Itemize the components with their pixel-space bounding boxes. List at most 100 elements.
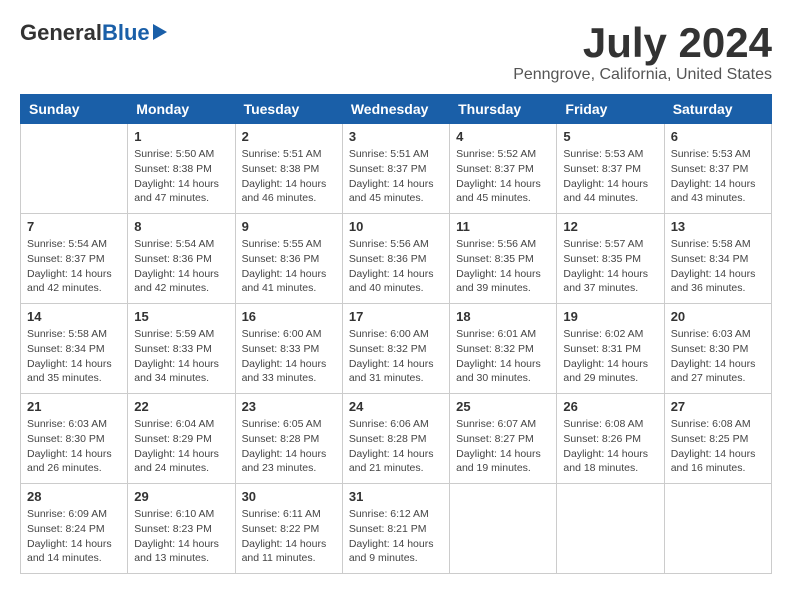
day-number: 11: [456, 219, 550, 234]
day-info: Sunrise: 5:51 AM Sunset: 8:38 PM Dayligh…: [242, 147, 336, 206]
day-number: 7: [27, 219, 121, 234]
calendar-cell: 28Sunrise: 6:09 AM Sunset: 8:24 PM Dayli…: [21, 484, 128, 574]
day-number: 23: [242, 399, 336, 414]
week-row-2: 7 Sunrise: 5:54 AM Sunset: 8:37 PM Daylig…: [21, 214, 772, 304]
calendar-cell: 10 Sunrise: 5:56 AM Sunset: 8:36 PM Dayli…: [342, 214, 449, 304]
day-number: 1: [134, 129, 228, 144]
day-number: 12: [563, 219, 657, 234]
calendar-cell: [450, 484, 557, 574]
calendar-cell: 31 Sunrise: 6:12 AM Sunset: 8:21 PM Dayli…: [342, 484, 449, 574]
day-header-friday: Friday: [557, 95, 664, 124]
day-header-saturday: Saturday: [664, 95, 771, 124]
calendar-cell: 14 Sunrise: 5:58 AM Sunset: 8:34 PM Dayli…: [21, 304, 128, 394]
day-info: Sunrise: 5:54 AM Sunset: 8:36 PM Dayligh…: [134, 237, 228, 296]
calendar-cell: 9 Sunrise: 5:55 AM Sunset: 8:36 PM Daylig…: [235, 214, 342, 304]
location-text: Penngrove, California, United States: [513, 66, 772, 84]
day-info: Sunrise: 5:54 AM Sunset: 8:37 PM Dayligh…: [27, 237, 121, 296]
day-number: 19: [563, 309, 657, 324]
day-header-tuesday: Tuesday: [235, 95, 342, 124]
day-info: Sunrise: 6:02 AM Sunset: 8:31 PM Dayligh…: [563, 327, 657, 386]
day-info: Sunrise: 6:11 AM Sunset: 8:22 PM Dayligh…: [242, 507, 336, 566]
day-info: Sunrise: 6:03 AM Sunset: 8:30 PM Dayligh…: [27, 417, 121, 476]
calendar-cell: 3 Sunrise: 5:51 AM Sunset: 8:37 PM Daylig…: [342, 124, 449, 214]
day-info: Sunrise: 6:00 AM Sunset: 8:32 PM Dayligh…: [349, 327, 443, 386]
day-number: 21: [27, 399, 121, 414]
day-info: Sunrise: 5:56 AM Sunset: 8:36 PM Dayligh…: [349, 237, 443, 296]
calendar-cell: 22Sunrise: 6:04 AM Sunset: 8:29 PM Dayli…: [128, 394, 235, 484]
day-info: Sunrise: 5:55 AM Sunset: 8:36 PM Dayligh…: [242, 237, 336, 296]
calendar-cell: 21 Sunrise: 6:03 AM Sunset: 8:30 PM Dayli…: [21, 394, 128, 484]
day-info: Sunrise: 5:57 AM Sunset: 8:35 PM Dayligh…: [563, 237, 657, 296]
day-info: Sunrise: 6:05 AM Sunset: 8:28 PM Dayligh…: [242, 417, 336, 476]
day-number: 10: [349, 219, 443, 234]
calendar-cell: 18Sunrise: 6:01 AM Sunset: 8:32 PM Dayli…: [450, 304, 557, 394]
calendar-cell: 24Sunrise: 6:06 AM Sunset: 8:28 PM Dayli…: [342, 394, 449, 484]
calendar-cell: 17 Sunrise: 6:00 AM Sunset: 8:32 PM Dayli…: [342, 304, 449, 394]
calendar-cell: 12 Sunrise: 5:57 AM Sunset: 8:35 PM Dayli…: [557, 214, 664, 304]
day-info: Sunrise: 6:03 AM Sunset: 8:30 PM Dayligh…: [671, 327, 765, 386]
day-info: Sunrise: 5:56 AM Sunset: 8:35 PM Dayligh…: [456, 237, 550, 296]
day-number: 31: [349, 489, 443, 504]
calendar-cell: 8 Sunrise: 5:54 AM Sunset: 8:36 PM Daylig…: [128, 214, 235, 304]
title-area: July 2024 Penngrove, California, United …: [513, 20, 772, 84]
calendar-cell: 2 Sunrise: 5:51 AM Sunset: 8:38 PM Daylig…: [235, 124, 342, 214]
day-number: 3: [349, 129, 443, 144]
day-info: Sunrise: 6:07 AM Sunset: 8:27 PM Dayligh…: [456, 417, 550, 476]
day-number: 30: [242, 489, 336, 504]
calendar-cell: 4Sunrise: 5:52 AM Sunset: 8:37 PM Daylig…: [450, 124, 557, 214]
day-number: 13: [671, 219, 765, 234]
day-info: Sunrise: 6:12 AM Sunset: 8:21 PM Dayligh…: [349, 507, 443, 566]
day-info: Sunrise: 5:50 AM Sunset: 8:38 PM Dayligh…: [134, 147, 228, 206]
logo-blue-text: Blue: [102, 20, 150, 46]
day-number: 15: [134, 309, 228, 324]
calendar-cell: 5 Sunrise: 5:53 AM Sunset: 8:37 PM Daylig…: [557, 124, 664, 214]
day-info: Sunrise: 6:08 AM Sunset: 8:25 PM Dayligh…: [671, 417, 765, 476]
day-info: Sunrise: 6:01 AM Sunset: 8:32 PM Dayligh…: [456, 327, 550, 386]
day-number: 20: [671, 309, 765, 324]
calendar-cell: 23 Sunrise: 6:05 AM Sunset: 8:28 PM Dayli…: [235, 394, 342, 484]
calendar-cell: 30 Sunrise: 6:11 AM Sunset: 8:22 PM Dayli…: [235, 484, 342, 574]
day-number: 8: [134, 219, 228, 234]
calendar-cell: 16 Sunrise: 6:00 AM Sunset: 8:33 PM Dayli…: [235, 304, 342, 394]
calendar-cell: [557, 484, 664, 574]
calendar-cell: 11 Sunrise: 5:56 AM Sunset: 8:35 PM Dayli…: [450, 214, 557, 304]
page-header: General Blue July 2024 Penngrove, Califo…: [20, 20, 772, 84]
day-info: Sunrise: 5:51 AM Sunset: 8:37 PM Dayligh…: [349, 147, 443, 206]
day-number: 2: [242, 129, 336, 144]
calendar-cell: 26Sunrise: 6:08 AM Sunset: 8:26 PM Dayli…: [557, 394, 664, 484]
calendar-cell: 15 Sunrise: 5:59 AM Sunset: 8:33 PM Dayli…: [128, 304, 235, 394]
day-info: Sunrise: 5:53 AM Sunset: 8:37 PM Dayligh…: [563, 147, 657, 206]
day-number: 17: [349, 309, 443, 324]
day-number: 6: [671, 129, 765, 144]
calendar-table: SundayMondayTuesdayWednesdayThursdayFrid…: [20, 94, 772, 574]
day-header-thursday: Thursday: [450, 95, 557, 124]
week-row-3: 14 Sunrise: 5:58 AM Sunset: 8:34 PM Dayli…: [21, 304, 772, 394]
day-info: Sunrise: 6:09 AM Sunset: 8:24 PM Dayligh…: [27, 507, 121, 566]
day-number: 5: [563, 129, 657, 144]
day-header-sunday: Sunday: [21, 95, 128, 124]
calendar-cell: 1 Sunrise: 5:50 AM Sunset: 8:38 PM Daylig…: [128, 124, 235, 214]
day-number: 27: [671, 399, 765, 414]
day-info: Sunrise: 5:53 AM Sunset: 8:37 PM Dayligh…: [671, 147, 765, 206]
calendar-cell: 20 Sunrise: 6:03 AM Sunset: 8:30 PM Dayli…: [664, 304, 771, 394]
week-row-1: 1 Sunrise: 5:50 AM Sunset: 8:38 PM Daylig…: [21, 124, 772, 214]
day-info: Sunrise: 5:58 AM Sunset: 8:34 PM Dayligh…: [27, 327, 121, 386]
day-number: 26: [563, 399, 657, 414]
logo: General Blue: [20, 20, 167, 46]
day-number: 29: [134, 489, 228, 504]
logo-arrow-icon: [153, 24, 167, 40]
day-number: 14: [27, 309, 121, 324]
calendar-cell: 25 Sunrise: 6:07 AM Sunset: 8:27 PM Dayli…: [450, 394, 557, 484]
day-info: Sunrise: 6:00 AM Sunset: 8:33 PM Dayligh…: [242, 327, 336, 386]
calendar-cell: [664, 484, 771, 574]
calendar-cell: 13Sunrise: 5:58 AM Sunset: 8:34 PM Dayli…: [664, 214, 771, 304]
day-number: 25: [456, 399, 550, 414]
day-info: Sunrise: 6:06 AM Sunset: 8:28 PM Dayligh…: [349, 417, 443, 476]
day-info: Sunrise: 6:10 AM Sunset: 8:23 PM Dayligh…: [134, 507, 228, 566]
day-number: 16: [242, 309, 336, 324]
day-number: 9: [242, 219, 336, 234]
logo-general-text: General: [20, 20, 102, 46]
day-info: Sunrise: 5:59 AM Sunset: 8:33 PM Dayligh…: [134, 327, 228, 386]
calendar-cell: 29 Sunrise: 6:10 AM Sunset: 8:23 PM Dayli…: [128, 484, 235, 574]
week-row-4: 21 Sunrise: 6:03 AM Sunset: 8:30 PM Dayli…: [21, 394, 772, 484]
